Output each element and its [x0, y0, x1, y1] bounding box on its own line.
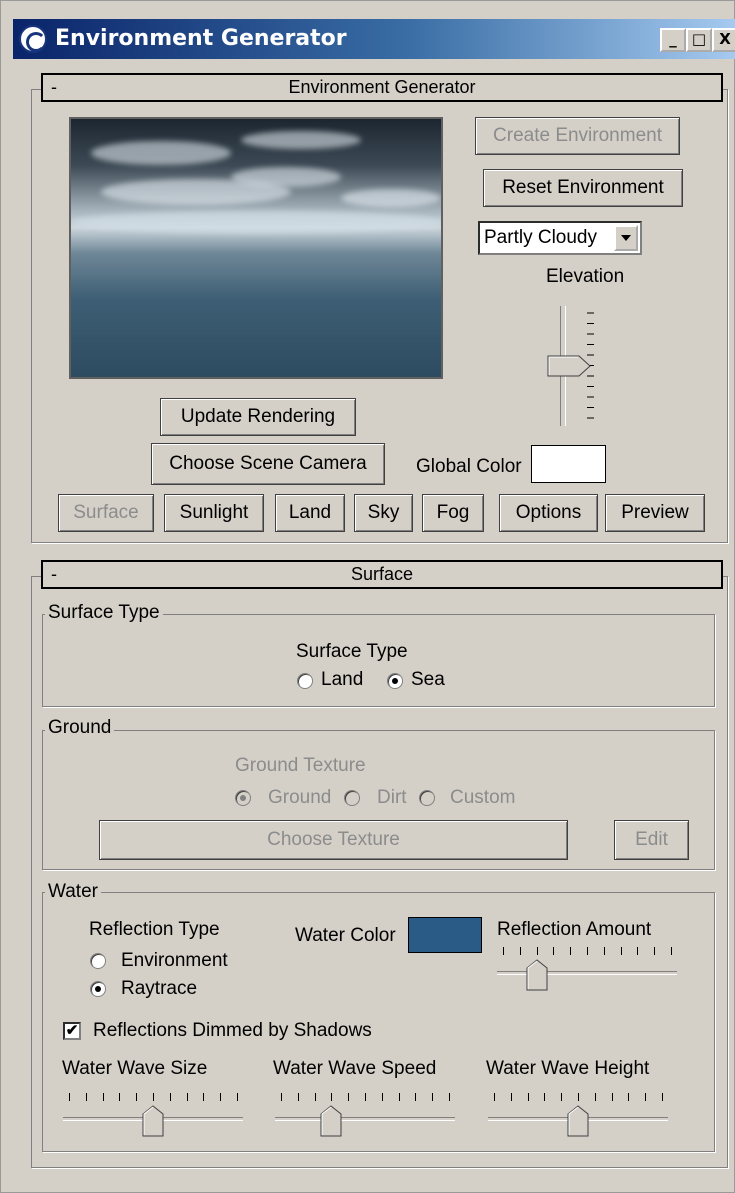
edit-texture-button[interactable]: Edit: [614, 820, 689, 860]
tab-sky[interactable]: Sky: [354, 494, 413, 532]
wave-size-slider[interactable]: [63, 1093, 243, 1137]
wave-size-label: Water Wave Size: [62, 1058, 208, 1079]
surface-rollout-header[interactable]: - Surface: [41, 560, 723, 589]
wave-height-label: Water Wave Height: [486, 1058, 650, 1079]
radio-raytrace[interactable]: [90, 981, 106, 997]
minimize-button[interactable]: _: [660, 28, 686, 52]
preset-dropdown[interactable]: Partly Cloudy: [478, 221, 642, 255]
ground-group-label: Ground: [45, 717, 115, 739]
choose-texture-button[interactable]: Choose Texture: [99, 820, 568, 860]
water-color-label: Water Color: [295, 925, 396, 946]
environment-generator-window: Environment Generator _ □ X - Environmen…: [0, 0, 735, 1193]
tab-preview[interactable]: Preview: [605, 494, 705, 532]
surface-type-label: Surface Type: [296, 641, 408, 662]
global-color-label: Global Color: [416, 456, 522, 477]
radio-ground-label: Ground: [268, 787, 332, 808]
radio-sea-label: Sea: [411, 669, 445, 690]
window-title: Environment Generator: [55, 26, 347, 51]
water-group-label: Water: [45, 881, 101, 903]
elevation-slider-thumb[interactable]: [547, 355, 591, 377]
water-color-swatch[interactable]: [408, 917, 482, 953]
tab-surface[interactable]: Surface: [58, 494, 154, 532]
reflection-amount-label: Reflection Amount: [497, 919, 652, 940]
radio-land-label: Land: [321, 669, 364, 690]
dimmed-checkbox[interactable]: ✔: [63, 1022, 81, 1040]
title-bar[interactable]: Environment Generator _ □ X: [13, 19, 735, 59]
radio-environment-label: Environment: [121, 950, 228, 971]
reflection-type-label: Reflection Type: [89, 919, 220, 940]
radio-sea[interactable]: [387, 673, 403, 689]
env-rollout-header[interactable]: - Environment Generator: [41, 73, 723, 102]
radio-dirt-label: Dirt: [377, 787, 407, 808]
dimmed-label: Reflections Dimmed by Shadows: [93, 1020, 372, 1041]
close-button[interactable]: X: [712, 28, 735, 52]
tab-land[interactable]: Land: [275, 494, 345, 532]
restore-button[interactable]: □: [686, 28, 712, 52]
wave-speed-slider[interactable]: [275, 1093, 455, 1137]
tab-sunlight[interactable]: Sunlight: [164, 494, 264, 532]
radio-environment[interactable]: [90, 953, 106, 969]
elevation-label: Elevation: [546, 266, 625, 287]
wave-speed-label: Water Wave Speed: [273, 1058, 437, 1079]
sky-preview-image: [69, 117, 443, 379]
radio-ground[interactable]: [235, 790, 251, 806]
radio-raytrace-label: Raytrace: [121, 978, 198, 999]
radio-custom[interactable]: [419, 790, 435, 806]
surface-type-group-label: Surface Type: [45, 602, 163, 624]
choose-scene-camera-button[interactable]: Choose Scene Camera: [151, 443, 385, 485]
tab-options[interactable]: Options: [499, 494, 598, 532]
update-rendering-button[interactable]: Update Rendering: [160, 398, 356, 436]
chevron-down-icon[interactable]: [614, 225, 638, 251]
create-environment-button[interactable]: Create Environment: [475, 117, 680, 155]
surface-rollout-title: Surface: [350, 564, 414, 584]
env-rollout-title: Environment Generator: [288, 77, 476, 97]
reset-environment-button[interactable]: Reset Environment: [483, 169, 683, 207]
tab-fog[interactable]: Fog: [422, 494, 484, 532]
radio-custom-label: Custom: [450, 787, 516, 808]
app-icon: [19, 25, 47, 53]
ground-texture-label: Ground Texture: [235, 755, 366, 776]
wave-height-slider[interactable]: [488, 1093, 668, 1137]
radio-land[interactable]: [297, 673, 313, 689]
radio-dirt[interactable]: [344, 790, 360, 806]
preset-value: Partly Cloudy: [484, 227, 597, 248]
global-color-swatch[interactable]: [531, 445, 606, 483]
reflection-amount-slider[interactable]: [497, 947, 677, 991]
